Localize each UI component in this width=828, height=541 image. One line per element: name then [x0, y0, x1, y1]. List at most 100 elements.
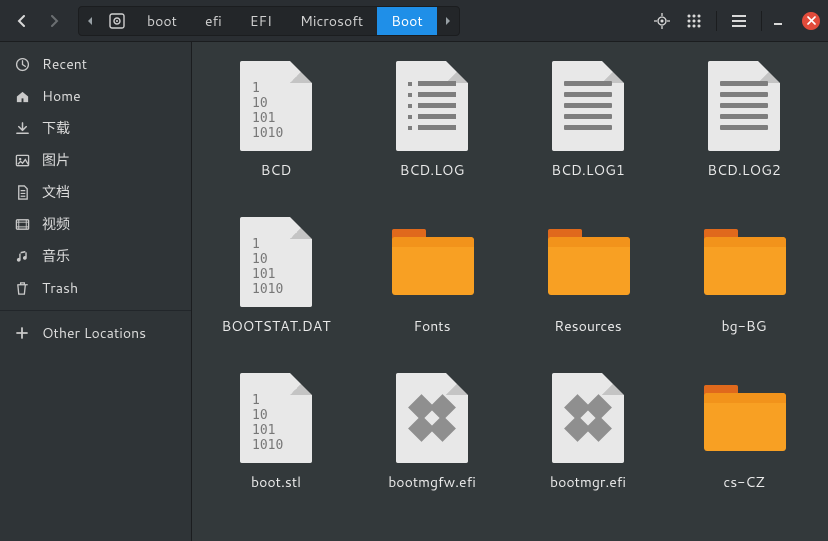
sidebar: RecentHome下载图片文档视频音乐 Trash Other Location… — [0, 42, 192, 541]
breadcrumb-seg-3[interactable]: Microsoft — [286, 7, 377, 35]
breadcrumb-seg-0[interactable]: boot — [133, 7, 191, 35]
window-close-button[interactable] — [802, 12, 820, 30]
file-item[interactable]: bootmgfw.efi — [356, 368, 508, 496]
efi-file-icon — [396, 373, 468, 463]
main-area: RecentHome下载图片文档视频音乐 Trash Other Location… — [0, 42, 828, 541]
sidebar-item-3[interactable]: 图片 — [0, 144, 191, 176]
folder-icon — [704, 385, 784, 451]
file-thumbnail — [392, 60, 472, 152]
file-name-label: boot.stl — [251, 472, 301, 492]
breadcrumb-disk[interactable] — [101, 7, 133, 35]
plus-icon — [14, 326, 30, 340]
file-thumbnail — [236, 528, 316, 541]
sidebar-item-7[interactable]: Trash — [0, 272, 191, 304]
file-thumbnail — [704, 528, 784, 541]
file-item[interactable]: 1 10 101 1010 boot.stl — [200, 368, 352, 496]
breadcrumb-scroll-right[interactable] — [437, 16, 459, 26]
file-item[interactable]: BCD.LOG1 — [512, 56, 664, 184]
file-thumbnail: 1 10 101 1010 — [236, 372, 316, 464]
file-thumbnail — [548, 60, 628, 152]
close-icon — [807, 16, 816, 25]
file-thumbnail — [548, 216, 628, 308]
hamburger-menu-button[interactable] — [725, 7, 753, 35]
folder-icon — [548, 229, 628, 295]
file-thumbnail — [548, 372, 628, 464]
file-item[interactable]: 1 10 101 1010BCD — [200, 56, 352, 184]
file-name-label: BOOTSTAT.DAT — [222, 316, 331, 336]
file-item[interactable]: bg-BG — [668, 212, 820, 340]
window-minimize-button[interactable] — [770, 16, 786, 26]
grid-icon — [687, 14, 701, 28]
minimize-icon — [773, 16, 783, 26]
breadcrumb-seg-4[interactable]: Boot — [377, 7, 437, 35]
sidebar-item-5[interactable]: 视频 — [0, 208, 191, 240]
nav-forward-button[interactable] — [40, 7, 68, 35]
file-thumbnail — [392, 216, 472, 308]
folder-icon — [392, 229, 472, 295]
file-item[interactable]: BCD.LOG2 — [668, 56, 820, 184]
file-name-label: Resources — [554, 316, 621, 336]
breadcrumb: boot efi EFI Microsoft Boot — [78, 6, 460, 36]
sidebar-item-label: 文档 — [42, 182, 70, 202]
file-thumbnail — [704, 216, 784, 308]
sidebar-item-label: 音乐 — [42, 246, 70, 266]
target-icon — [654, 13, 670, 29]
sidebar-item-1[interactable]: Home — [0, 80, 191, 112]
sidebar-item-label: Other Locations — [42, 323, 146, 343]
trash-icon — [14, 281, 30, 296]
breadcrumb-seg-1[interactable]: efi — [191, 7, 236, 35]
headerbar: boot efi EFI Microsoft Boot — [0, 0, 828, 42]
file-name-label: bootmgr.efi — [550, 472, 626, 492]
separator — [761, 11, 762, 31]
file-thumbnail — [392, 372, 472, 464]
file-name-label: bg-BG — [721, 316, 766, 336]
nav-back-button[interactable] — [8, 7, 36, 35]
file-thumbnail — [704, 60, 784, 152]
download-icon — [14, 121, 30, 136]
sidebar-item-2[interactable]: 下载 — [0, 112, 191, 144]
file-view[interactable]: 1 10 101 1010BCDBCD.LOG BCD.LOG1 BCD.LOG2 1… — [192, 42, 828, 541]
sidebar-item-label: 视频 — [42, 214, 70, 234]
sidebar-item-6[interactable]: 音乐 — [0, 240, 191, 272]
file-item[interactable] — [668, 524, 820, 541]
chevron-right-icon — [48, 15, 60, 27]
efi-file-icon — [552, 373, 624, 463]
file-item[interactable]: 1 10 101 1010BOOTSTAT.DAT — [200, 212, 352, 340]
file-thumbnail — [548, 528, 628, 541]
separator — [716, 11, 717, 31]
hamburger-icon — [732, 15, 746, 27]
file-name-label: BCD.LOG2 — [707, 160, 781, 180]
file-item[interactable]: bootmgr.efi — [512, 368, 664, 496]
sidebar-item-4[interactable]: 文档 — [0, 176, 191, 208]
document-icon — [14, 185, 30, 200]
file-item[interactable]: Resources — [512, 212, 664, 340]
file-item[interactable]: cs-CZ — [668, 368, 820, 496]
text-file-icon — [552, 61, 624, 151]
text-file-icon — [708, 61, 780, 151]
file-item[interactable] — [512, 524, 664, 541]
file-item[interactable] — [200, 524, 352, 541]
breadcrumb-scroll-left[interactable] — [79, 16, 101, 26]
music-icon — [14, 249, 30, 264]
sidebar-other-locations[interactable]: Other Locations — [0, 317, 191, 349]
file-item[interactable] — [356, 524, 508, 541]
binary-file-icon: 1 10 101 1010 — [240, 373, 312, 463]
home-icon — [14, 89, 30, 104]
file-name-label: BCD.LOG1 — [551, 160, 625, 180]
icon-grid: 1 10 101 1010BCDBCD.LOG BCD.LOG1 BCD.LOG2 1… — [200, 56, 820, 541]
file-item[interactable]: Fonts — [356, 212, 508, 340]
chevron-left-icon — [16, 15, 28, 27]
breadcrumb-seg-2[interactable]: EFI — [236, 7, 286, 35]
image-icon — [14, 153, 30, 168]
sidebar-item-label: Trash — [42, 278, 78, 298]
triangle-left-icon — [86, 16, 94, 26]
view-grid-button[interactable] — [680, 7, 708, 35]
file-name-label: Fonts — [413, 316, 450, 336]
log-file-icon — [396, 61, 468, 151]
file-item[interactable]: BCD.LOG — [356, 56, 508, 184]
sidebar-item-0[interactable]: Recent — [0, 48, 191, 80]
locate-button[interactable] — [648, 7, 676, 35]
file-name-label: bootmgfw.efi — [388, 472, 476, 492]
sidebar-separator — [0, 310, 191, 311]
file-thumbnail: 1 10 101 1010 — [236, 60, 316, 152]
